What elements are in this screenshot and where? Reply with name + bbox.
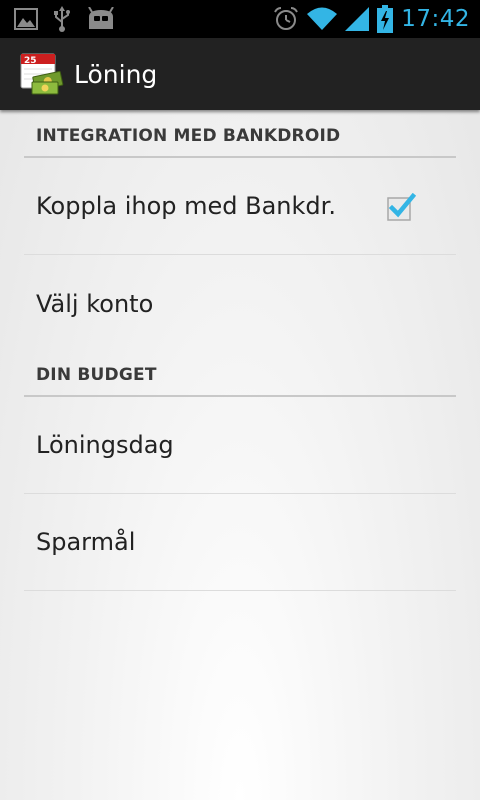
pref-label: Löningsdag [36,431,174,459]
pref-label: Sparmål [36,528,136,556]
clock-time: 17:42 [401,6,470,32]
checkbox-checked-icon[interactable] [386,192,417,221]
status-bar: 17:42 [0,0,480,38]
usb-icon [52,6,72,32]
pref-payday[interactable]: Löningsdag [24,397,456,494]
pref-connect-bankdroid[interactable]: Koppla ihop med Bankdr. [24,158,456,255]
pref-savings-goal[interactable]: Sparmål [24,494,456,591]
pref-label: Välj konto [36,289,154,318]
app-logo-icon[interactable]: 25 [20,52,64,96]
pref-label: Koppla ihop med Bankdr. [36,192,336,220]
app-icon-day: 25 [24,56,37,66]
action-bar: 25 Löning [0,38,480,110]
app-title: Löning [74,59,158,89]
section-header-bankdroid: INTEGRATION MED BANKDROID [24,110,456,158]
section-header-budget: DIN BUDGET [24,352,456,397]
pref-select-account[interactable]: Välj konto [24,255,456,352]
battery-charging-icon [377,5,394,33]
preferences-list: INTEGRATION MED BANKDROID Koppla ihop me… [24,110,456,591]
alarm-icon [273,6,299,32]
image-icon [14,8,38,30]
signal-icon [345,7,370,31]
wifi-icon [307,7,338,31]
cyanogenmod-icon [86,7,116,31]
